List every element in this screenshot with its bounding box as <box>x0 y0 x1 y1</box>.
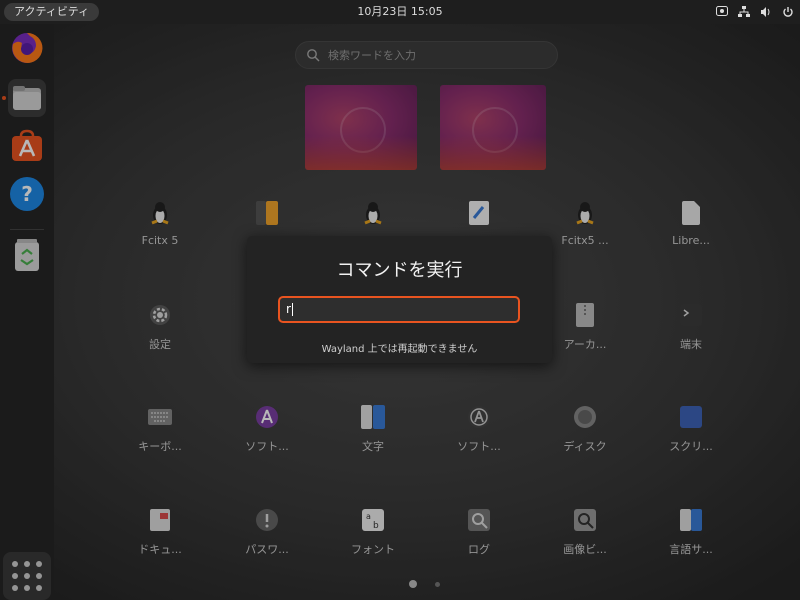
clock: 10月23日 15:05 <box>0 0 800 24</box>
command-input[interactable]: r <box>278 296 520 323</box>
screen-record-icon[interactable] <box>716 6 728 18</box>
activities-button[interactable]: アクティビティ <box>4 3 100 21</box>
network-icon[interactable] <box>738 6 750 18</box>
command-input-value: r <box>286 302 291 316</box>
top-bar: アクティビティ 10月23日 15:05 <box>0 0 800 24</box>
dialog-error-message: Wayland 上では再起動できません <box>321 344 478 355</box>
run-command-dialog: コマンドを実行 r Wayland 上では再起動できません <box>247 236 552 363</box>
system-tray[interactable] <box>716 0 794 24</box>
dialog-title: コマンドを実行 <box>336 260 463 281</box>
power-icon[interactable] <box>782 6 794 18</box>
volume-icon[interactable] <box>760 6 772 18</box>
date-time-button[interactable]: 10月23日 15:05 <box>357 5 442 18</box>
text-caret <box>291 303 293 316</box>
